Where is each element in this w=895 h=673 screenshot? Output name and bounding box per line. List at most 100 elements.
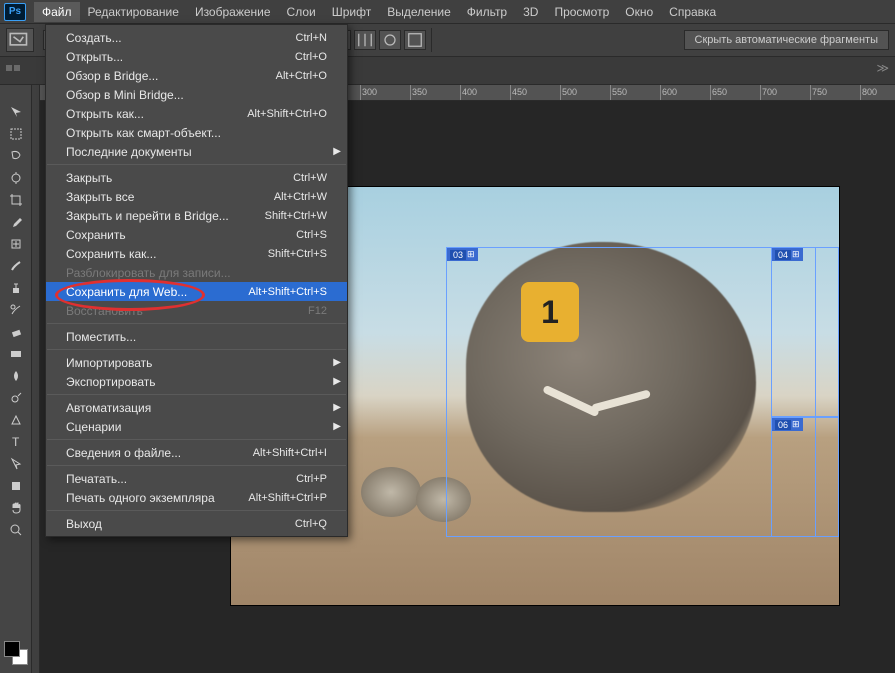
- menu-item-shortcut: Alt+Ctrl+O: [276, 70, 327, 82]
- dist-6-icon[interactable]: [404, 30, 426, 50]
- tool-preset-picker[interactable]: [6, 28, 34, 52]
- menu-item-закрыть[interactable]: ЗакрытьCtrl+W: [46, 168, 347, 187]
- eyedropper-tool-icon[interactable]: [0, 211, 32, 233]
- menu-item-открыть-как-[interactable]: Открыть как...Alt+Shift+Ctrl+O: [46, 104, 347, 123]
- menu-item-label: Печать одного экземпляра: [66, 491, 215, 505]
- menu-item-поместить-[interactable]: Поместить...: [46, 327, 347, 346]
- slice-04[interactable]: 04⊞: [771, 247, 839, 417]
- menu-item-label: Печатать...: [66, 472, 127, 486]
- menu-item-label: Выход: [66, 517, 102, 531]
- menu-item-label: Восстановить: [66, 304, 143, 318]
- menu-item-сохранить[interactable]: Сохранить Ctrl+S: [46, 225, 347, 244]
- menu-item-печатать-[interactable]: Печатать...Ctrl+P: [46, 469, 347, 488]
- dist-5-icon[interactable]: [379, 30, 401, 50]
- crop-tool-icon[interactable]: [0, 189, 32, 211]
- slice-06[interactable]: 06⊞: [771, 417, 839, 537]
- menu-изображение[interactable]: Изображение: [187, 2, 279, 22]
- menu-3d[interactable]: 3D: [515, 2, 546, 22]
- menu-item-label: Обзор в Mini Bridge...: [66, 88, 184, 102]
- blur-tool-icon[interactable]: [0, 365, 32, 387]
- menu-item-выход[interactable]: ВыходCtrl+Q: [46, 514, 347, 533]
- dist-4-icon[interactable]: [354, 30, 376, 50]
- menu-item-импортировать[interactable]: Импортировать▶: [46, 353, 347, 372]
- foreground-color-swatch[interactable]: [4, 641, 20, 657]
- menu-item-открыть-как-смарт-объект-[interactable]: Открыть как смарт-объект...: [46, 123, 347, 142]
- slice-badge: 06⊞: [772, 418, 803, 431]
- menu-item-label: Закрыть: [66, 171, 112, 185]
- eraser-tool-icon[interactable]: [0, 321, 32, 343]
- menu-item-label: Автоматизация: [66, 401, 151, 415]
- menu-item-label: Сведения о файле...: [66, 446, 181, 460]
- history-brush-tool-icon[interactable]: [0, 299, 32, 321]
- path-select-tool-icon[interactable]: [0, 453, 32, 475]
- menu-item-label: Открыть...: [66, 50, 123, 64]
- menu-item-shortcut: Ctrl+S: [296, 229, 327, 241]
- lasso-tool-icon[interactable]: [0, 145, 32, 167]
- menu-item-label: Создать...: [66, 31, 122, 45]
- menu-item-shortcut: Alt+Ctrl+W: [274, 191, 327, 203]
- menu-item-shortcut: Ctrl+N: [296, 32, 327, 44]
- slice-03[interactable]: 03⊞: [446, 247, 816, 537]
- menu-item-label: Последние документы: [66, 145, 192, 159]
- hand-tool-icon[interactable]: [0, 497, 32, 519]
- rectangle-tool-icon[interactable]: [0, 475, 32, 497]
- menu-item-label: Открыть как...: [66, 107, 144, 121]
- submenu-arrow-icon: ▶: [333, 376, 341, 387]
- quick-select-tool-icon[interactable]: [0, 167, 32, 189]
- color-swatches[interactable]: [4, 641, 28, 665]
- menu-просмотр[interactable]: Просмотр: [546, 2, 617, 22]
- pen-tool-icon[interactable]: [0, 409, 32, 431]
- menu-item-автоматизация[interactable]: Автоматизация▶: [46, 398, 347, 417]
- menu-item-создать-[interactable]: Создать... Ctrl+N: [46, 28, 347, 47]
- menu-item-печать-одного-экземпляра[interactable]: Печать одного экземпляраAlt+Shift+Ctrl+P: [46, 488, 347, 507]
- hide-auto-fragments-button[interactable]: Скрыть автоматические фрагменты: [684, 30, 889, 50]
- slice-badge: 03⊞: [447, 248, 478, 261]
- move-tool-icon[interactable]: [0, 101, 32, 123]
- svg-text:T: T: [12, 435, 20, 449]
- menu-item-последние-документы[interactable]: Последние документы ▶: [46, 142, 347, 161]
- menu-item-label: Сценарии: [66, 420, 121, 434]
- clone-tool-icon[interactable]: [0, 277, 32, 299]
- menu-item-label: Сохранить: [66, 228, 126, 242]
- submenu-arrow-icon: ▶: [333, 146, 341, 157]
- menu-шрифт[interactable]: Шрифт: [324, 2, 379, 22]
- menu-item-label: Экспортировать: [66, 375, 156, 389]
- marquee-tool-icon[interactable]: [0, 123, 32, 145]
- menu-файл[interactable]: Файл: [34, 2, 80, 22]
- menu-item-экспортировать[interactable]: Экспортировать ▶: [46, 372, 347, 391]
- menu-слои[interactable]: Слои: [279, 2, 324, 22]
- menu-item-label: Сохранить для Web...: [66, 285, 187, 299]
- menu-item-закрыть-все[interactable]: Закрыть всеAlt+Ctrl+W: [46, 187, 347, 206]
- menu-item-сохранить-для-web-[interactable]: Сохранить для Web...Alt+Shift+Ctrl+S: [46, 282, 347, 301]
- menu-окно[interactable]: Окно: [617, 2, 661, 22]
- submenu-arrow-icon: ▶: [333, 421, 341, 432]
- gradient-tool-icon[interactable]: [0, 343, 32, 365]
- menu-item-сохранить-как-[interactable]: Сохранить как...Shift+Ctrl+S: [46, 244, 347, 263]
- menu-item-label: Обзор в Bridge...: [66, 69, 158, 83]
- menu-item-сценарии[interactable]: Сценарии ▶: [46, 417, 347, 436]
- type-tool-icon[interactable]: T: [0, 431, 32, 453]
- menu-item-shortcut: Shift+Ctrl+W: [265, 210, 327, 222]
- menu-item-обзор-в-bridge-[interactable]: Обзор в Bridge... Alt+Ctrl+O: [46, 66, 347, 85]
- menu-фильтр[interactable]: Фильтр: [459, 2, 515, 22]
- menu-item-обзор-в-mini-bridge-[interactable]: Обзор в Mini Bridge...: [46, 85, 347, 104]
- menu-item-shortcut: F12: [308, 305, 327, 317]
- menu-item-label: Открыть как смарт-объект...: [66, 126, 221, 140]
- dodge-tool-icon[interactable]: [0, 387, 32, 409]
- menu-item-сведения-о-файле-[interactable]: Сведения о файле...Alt+Shift+Ctrl+I: [46, 443, 347, 462]
- brush-tool-icon[interactable]: [0, 255, 32, 277]
- zoom-tool-icon[interactable]: [0, 519, 32, 541]
- menu-item-shortcut: Ctrl+O: [295, 51, 327, 63]
- menu-выделение[interactable]: Выделение: [379, 2, 459, 22]
- file-menu-dropdown: Создать... Ctrl+N Открыть... Ctrl+O Обзор в …: [45, 24, 348, 537]
- menu-item-label: Поместить...: [66, 330, 136, 344]
- menu-separator: [47, 323, 346, 324]
- menu-справка[interactable]: Справка: [661, 2, 724, 22]
- healing-tool-icon[interactable]: [0, 233, 32, 255]
- menu-редактирование[interactable]: Редактирование: [80, 2, 187, 22]
- menu-item-открыть-[interactable]: Открыть... Ctrl+O: [46, 47, 347, 66]
- menu-item-label: Закрыть и перейти в Bridge...: [66, 209, 229, 223]
- menu-item-закрыть-и-перейти-в-bridge-[interactable]: Закрыть и перейти в Bridge... Shift+Ctrl+…: [46, 206, 347, 225]
- menu-item-shortcut: Shift+Ctrl+S: [268, 248, 327, 260]
- toolbox: T: [0, 85, 32, 673]
